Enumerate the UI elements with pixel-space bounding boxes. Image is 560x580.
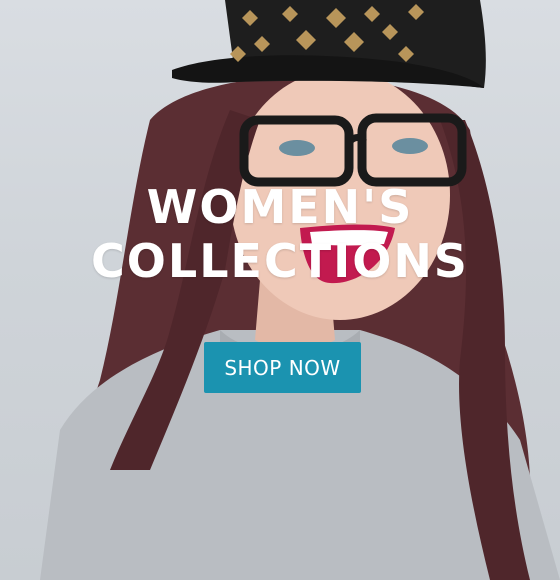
- shop-now-button[interactable]: SHOP NOW: [204, 342, 361, 393]
- headline-line-1: WOMEN'S: [146, 180, 414, 234]
- model-photo: [40, 0, 560, 580]
- headline: WOMEN'S COLLECTIONS: [0, 180, 560, 288]
- hero-banner: WOMEN'S COLLECTIONS SHOP NOW: [0, 0, 560, 580]
- headline-line-2: COLLECTIONS: [91, 234, 469, 288]
